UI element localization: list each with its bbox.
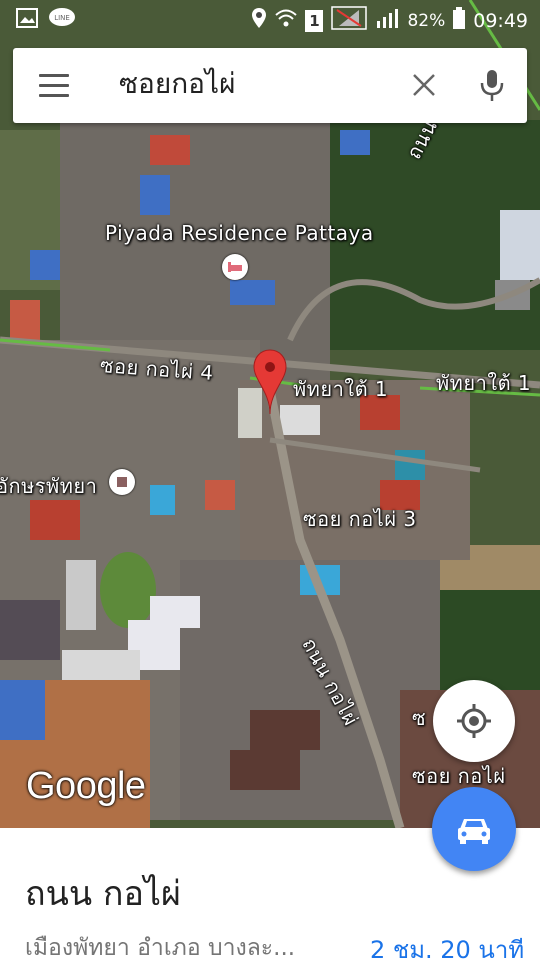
- battery-icon: [453, 7, 466, 34]
- signal-icon: [375, 7, 399, 34]
- street-label: พัทยาใต้ 1: [293, 377, 389, 401]
- location-pin-icon[interactable]: [252, 348, 288, 416]
- travel-time[interactable]: 2 ชม. 20 นาที: [370, 930, 524, 969]
- microphone-icon[interactable]: [477, 66, 507, 104]
- wifi-icon: [275, 8, 298, 33]
- google-logo: Google: [26, 765, 146, 807]
- sim-slot-badge: 1: [305, 9, 324, 32]
- crosshair-icon: [457, 704, 491, 738]
- signal-blocked-icon: [331, 6, 368, 35]
- car-icon: [458, 819, 490, 844]
- hotel-icon[interactable]: [222, 254, 248, 280]
- search-bar[interactable]: ซอยกอไผ่: [13, 48, 527, 123]
- street-label: ซอย กอไผ่ 3: [303, 507, 417, 531]
- place-address: เมืองพัทยา อำเภอ บางละ...: [25, 935, 296, 961]
- search-input[interactable]: ซอยกอไผ่: [119, 66, 235, 102]
- place-title: ถนน กอไผ่: [25, 874, 181, 914]
- close-icon[interactable]: [405, 66, 443, 104]
- battery-percent: 82%: [407, 10, 446, 31]
- directions-button[interactable]: [432, 787, 516, 871]
- gallery-notification-icon: [16, 8, 38, 33]
- street-label: พัทยาใต้ 1: [436, 371, 532, 395]
- line-app-icon: LINE: [48, 7, 76, 34]
- location-icon: [251, 7, 267, 34]
- street-label: ซ: [412, 706, 427, 730]
- my-location-button[interactable]: [433, 680, 515, 762]
- poi-label[interactable]: อักษรพัทยา: [0, 470, 97, 502]
- clock: 09:49: [473, 9, 528, 32]
- svg-text:LINE: LINE: [54, 14, 70, 22]
- school-icon[interactable]: [109, 469, 135, 495]
- status-bar: LINE 1 82% 09:49: [0, 0, 540, 38]
- menu-icon[interactable]: [39, 74, 69, 98]
- poi-label[interactable]: Piyada Residence Pattaya: [105, 221, 374, 245]
